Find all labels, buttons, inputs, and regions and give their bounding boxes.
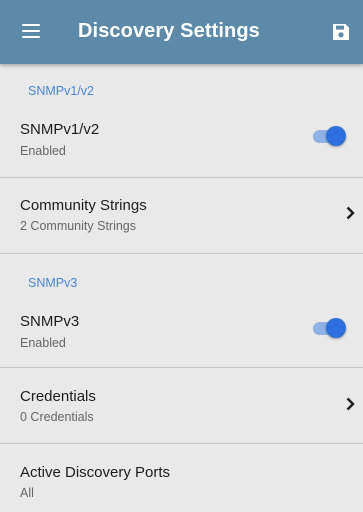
snmpv3-row-status: Enabled	[20, 336, 66, 350]
community-strings-subtitle: 2 Community Strings	[20, 219, 137, 233]
toggle-thumb	[326, 126, 346, 146]
credentials-row[interactable]: Credentials 0 Credentials	[0, 368, 363, 442]
community-strings-row[interactable]: Community Strings 2 Community Strings	[0, 178, 363, 252]
page-title: Discovery Settings	[78, 20, 260, 42]
active-discovery-ports-row[interactable]: Active Discovery Ports All	[0, 444, 363, 512]
snmpv1v2-row-title: SNMPv1/v2	[20, 121, 100, 138]
chevron-right-icon	[346, 206, 355, 220]
snmpv3-row-title: SNMPv3	[20, 313, 80, 330]
section-header-snmpv1v2: SNMPv1/v2	[28, 84, 94, 98]
snmpv1v2-row-status: Enabled	[20, 144, 66, 158]
menu-icon[interactable]	[22, 24, 40, 38]
credentials-title: Credentials	[20, 388, 96, 405]
snmpv3-toggle-row[interactable]: SNMPv3 Enabled	[0, 298, 363, 358]
divider	[0, 253, 363, 254]
section-header-snmpv3: SNMPv3	[28, 276, 78, 290]
settings-list: SNMPv1/v2 SNMPv1/v2 Enabled Community St…	[0, 64, 363, 512]
credentials-subtitle: 0 Credentials	[20, 410, 94, 424]
save-icon[interactable]	[332, 23, 350, 41]
active-discovery-ports-title: Active Discovery Ports	[20, 464, 171, 481]
snmpv1v2-toggle-row[interactable]: SNMPv1/v2 Enabled	[0, 106, 363, 166]
app-bar: Discovery Settings	[0, 0, 363, 64]
toggle-thumb	[326, 318, 346, 338]
active-discovery-ports-subtitle: All	[20, 486, 34, 500]
chevron-right-icon	[346, 397, 355, 411]
community-strings-title: Community Strings	[20, 197, 147, 214]
snmpv1v2-toggle[interactable]	[313, 126, 347, 146]
snmpv3-toggle[interactable]	[313, 318, 347, 338]
